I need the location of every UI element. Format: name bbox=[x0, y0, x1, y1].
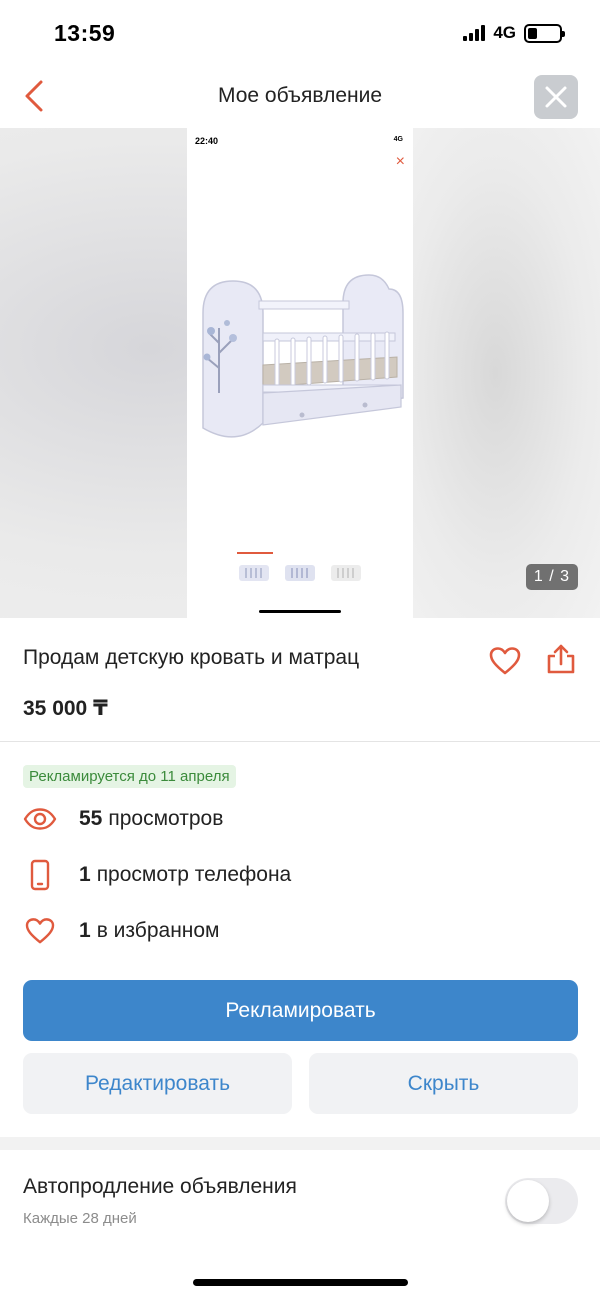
favorite-button[interactable] bbox=[488, 644, 522, 678]
heart-icon bbox=[489, 647, 521, 675]
gallery-blurred-background-right bbox=[410, 128, 600, 618]
crib-image bbox=[202, 274, 404, 438]
close-button[interactable] bbox=[534, 75, 578, 119]
page-title: Мое объявление bbox=[217, 84, 383, 107]
home-indicator bbox=[193, 1279, 408, 1286]
crib-thumbnail-icon bbox=[239, 565, 269, 581]
photo-status-time: 22:40 bbox=[195, 136, 219, 146]
stat-phone-views-text: 1 просмотр телефона bbox=[79, 863, 291, 887]
photo-gallery[interactable]: 22:40 4G × 1 / 3 bbox=[0, 128, 600, 618]
status-bar: 13:59 4G bbox=[0, 0, 600, 66]
ad-title: Продам детскую кровать и матрац bbox=[23, 646, 360, 669]
stat-views: 55 просмотров bbox=[23, 801, 563, 837]
stat-favorites-label: в избранном bbox=[96, 919, 220, 942]
phone-icon bbox=[23, 858, 57, 892]
stat-favorites: 1в избранном bbox=[23, 913, 563, 949]
stat-favorites-count: 1 bbox=[79, 919, 91, 942]
section-divider bbox=[0, 1137, 600, 1150]
crib-thumbnail-icon bbox=[331, 565, 361, 581]
stat-favorites-text: 1в избранном bbox=[79, 919, 220, 943]
promote-button[interactable]: Рекламировать bbox=[23, 980, 578, 1041]
share-button[interactable] bbox=[543, 641, 579, 677]
stat-views-count: 55 bbox=[79, 807, 103, 830]
stat-phone-views: 1 просмотр телефона bbox=[23, 857, 563, 893]
ad-photo[interactable]: 22:40 4G × bbox=[187, 128, 413, 618]
close-icon bbox=[545, 86, 567, 108]
promo-badge: Рекламируется до 11 апреля bbox=[23, 765, 236, 788]
auto-renew-toggle[interactable] bbox=[505, 1178, 578, 1224]
hide-button[interactable]: Скрыть bbox=[309, 1053, 578, 1114]
stat-phone-views-count: 1 bbox=[79, 863, 91, 886]
heart-icon bbox=[23, 914, 57, 948]
status-time: 13:59 bbox=[54, 20, 116, 46]
eye-icon bbox=[23, 802, 57, 836]
auto-renew-subtitle: Каждые 28 дней bbox=[23, 1210, 137, 1227]
thumbnail-1[interactable] bbox=[237, 552, 273, 586]
thumbnail-2[interactable] bbox=[283, 560, 317, 586]
thumbnail-3[interactable] bbox=[329, 560, 363, 586]
photo-counter: 1 / 3 bbox=[525, 564, 578, 590]
photo-thumbnails bbox=[237, 552, 363, 586]
status-indicators: 4G bbox=[463, 23, 565, 43]
edit-button[interactable]: Редактировать bbox=[23, 1053, 292, 1114]
auto-renew-title: Автопродление объявления bbox=[23, 1175, 297, 1198]
photo-home-indicator bbox=[259, 610, 341, 613]
crib-thumbnail-icon bbox=[285, 565, 315, 581]
share-icon bbox=[547, 644, 575, 674]
ad-price: 35 000 ₸ bbox=[23, 697, 108, 720]
battery-icon bbox=[524, 23, 565, 43]
stat-views-text: 55 просмотров bbox=[79, 807, 223, 831]
photo-close-glyph: × bbox=[395, 153, 405, 170]
stat-views-label: просмотров bbox=[108, 807, 224, 830]
photo-status-network: 4G bbox=[393, 136, 403, 143]
navigation-bar: Мое объявление bbox=[0, 66, 600, 128]
stat-phone-views-label: просмотр телефона bbox=[96, 863, 292, 886]
signal-icon bbox=[463, 25, 486, 41]
toggle-knob bbox=[507, 1180, 549, 1222]
ad-header: Продам детскую кровать и матрац 35 000 ₸ bbox=[0, 618, 600, 742]
network-type: 4G bbox=[493, 23, 516, 42]
